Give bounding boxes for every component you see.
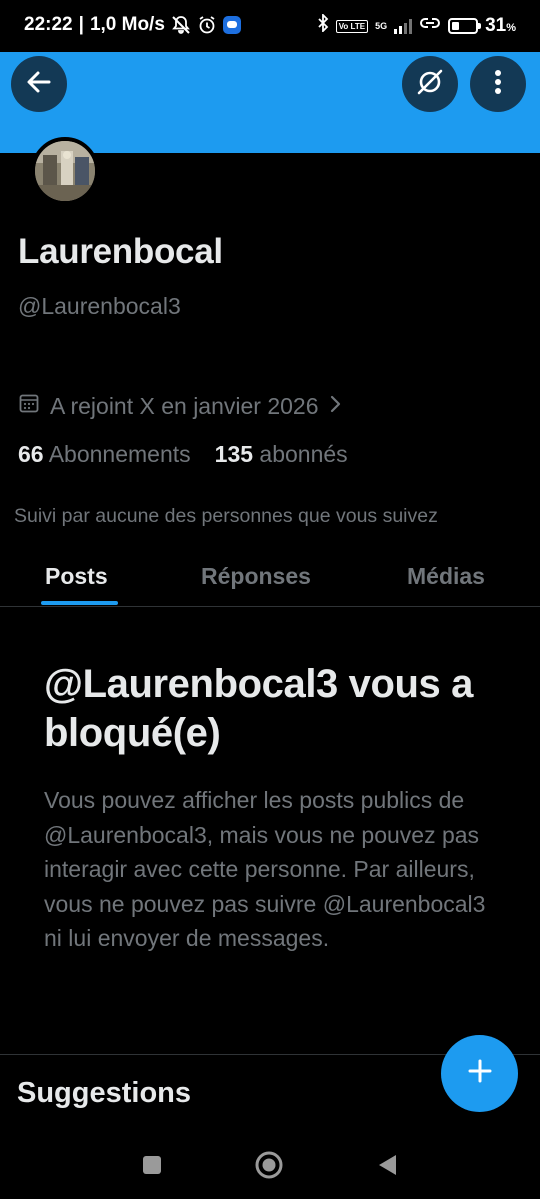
followers-count: 135 (214, 441, 254, 467)
profile-tabs: Posts Réponses Médias (0, 552, 540, 607)
recent-apps-button[interactable] (136, 1151, 168, 1183)
chevron-right-icon (329, 393, 343, 420)
battery-fill (452, 22, 460, 30)
avatar[interactable] (31, 137, 99, 205)
followed-by-text: Suivi par aucune des personnes que vous … (14, 505, 438, 527)
status-separator: | (78, 14, 84, 35)
active-tab-indicator (41, 601, 118, 605)
battery-percent: 31% (485, 15, 516, 37)
battery-value: 31 (485, 15, 507, 36)
joined-text: A rejoint X en janvier 2026 (50, 392, 319, 419)
following-count: 66 (18, 441, 44, 467)
more-options-button[interactable] (470, 56, 526, 112)
alarm-icon (197, 15, 217, 35)
battery-unit: % (506, 22, 516, 34)
blocked-title: @Laurenbocal3 vous a bloqué(e) (44, 662, 473, 755)
status-left: 22:22 | 1,0 Mo/s (24, 14, 241, 36)
followers-link[interactable]: 135 abonnés (215, 441, 348, 468)
messenger-icon (222, 16, 241, 34)
user-handle: @Laurenbocal3 (18, 293, 181, 319)
battery-icon (448, 18, 482, 34)
back-button[interactable] (11, 56, 67, 112)
joined-date[interactable]: A rejoint X en janvier 2026 (18, 392, 343, 420)
link-icon (419, 15, 441, 37)
system-nav-bar (0, 1135, 540, 1199)
grok-button[interactable] (402, 56, 458, 112)
tab-posts[interactable]: Posts (45, 563, 108, 590)
following-label: Abonnements (48, 441, 191, 467)
arrow-left-icon (25, 68, 53, 101)
status-speed: 1,0 Mo/s (89, 14, 165, 35)
notifications-muted-icon (171, 15, 191, 35)
followers-label: abonnés (259, 441, 348, 467)
compose-button[interactable] (441, 1035, 518, 1112)
blocked-description: Vous pouvez afficher les posts publics d… (44, 787, 486, 951)
status-right: Vo LTE 5G 31% (317, 12, 516, 38)
system-back-button[interactable] (371, 1151, 403, 1183)
following-link[interactable]: 66 Abonnements (18, 441, 191, 468)
tab-replies[interactable]: Réponses (201, 563, 311, 590)
follow-stats: 66 Abonnements 135 abonnés (18, 441, 348, 468)
grok-icon (415, 67, 445, 102)
vertical-dots-icon (494, 69, 502, 100)
profile-banner[interactable] (0, 52, 540, 153)
signal-icon (394, 18, 413, 34)
home-button[interactable] (253, 1151, 285, 1183)
triangle-back-icon (376, 1153, 398, 1182)
volte-badge: Vo LTE (335, 19, 369, 33)
square-icon (142, 1155, 162, 1180)
status-bar: 22:22 | 1,0 Mo/s Vo LTE 5G 31% (0, 0, 540, 52)
display-name: Laurenbocal (18, 232, 223, 271)
status-time: 22:22 (24, 14, 73, 35)
bluetooth-icon (317, 12, 329, 38)
calendar-icon (18, 392, 40, 420)
circle-icon (254, 1150, 284, 1185)
suggestions-heading: Suggestions (17, 1077, 192, 1109)
tab-media[interactable]: Médias (407, 563, 485, 590)
plus-icon (467, 1058, 493, 1089)
network-type: 5G (375, 20, 388, 31)
